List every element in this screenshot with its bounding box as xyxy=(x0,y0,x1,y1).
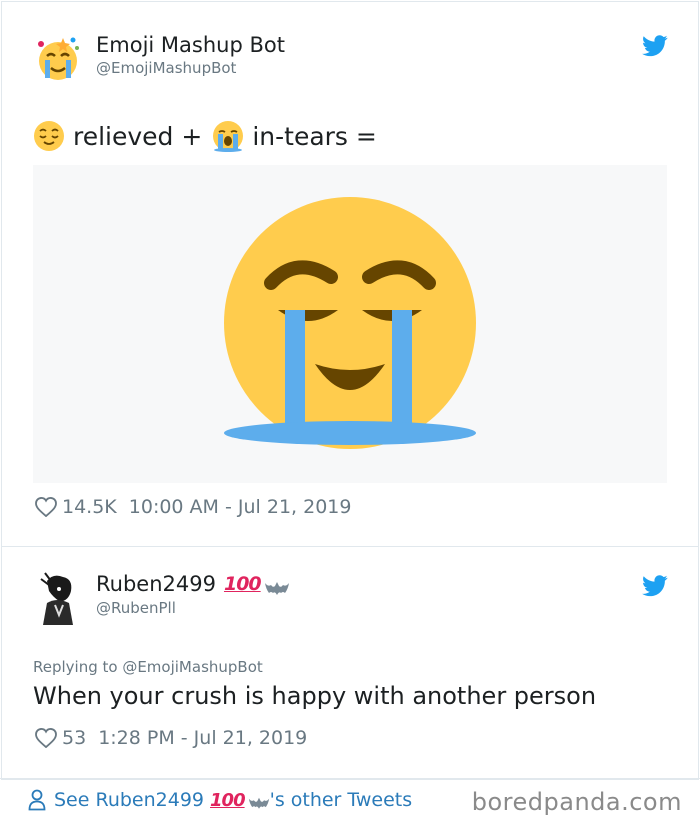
bat-icon xyxy=(264,576,290,595)
like-heart-icon[interactable] xyxy=(35,496,57,518)
twitter-bird-icon[interactable] xyxy=(642,35,668,57)
reply-author-name[interactable]: Ruben2499 xyxy=(96,572,216,596)
boredpanda-watermark: boredpanda.com xyxy=(471,788,682,816)
mashup-face xyxy=(224,197,476,449)
like-heart-icon-reply[interactable] xyxy=(35,727,57,749)
tweet-text: relieved + in-tears = xyxy=(33,120,377,152)
loudly-crying-face-icon xyxy=(212,120,244,152)
tweet2-meta: 53 1:28 PM - Jul 21, 2019 xyxy=(35,727,307,749)
reply-timestamp[interactable]: 1:28 PM - Jul 21, 2019 xyxy=(98,727,307,749)
tweet-media-image[interactable] xyxy=(33,165,667,483)
see-link-suffix[interactable]: 's other Tweets xyxy=(270,789,413,811)
replying-to-label[interactable]: Replying to @EmojiMashupBot xyxy=(33,658,263,676)
reply-like-count[interactable]: 53 xyxy=(62,727,86,749)
emoji-name-1: relieved + xyxy=(73,121,203,151)
reply-tweet-text: When your crush is happy with another pe… xyxy=(33,682,597,710)
emoji-name-2: in-tears = xyxy=(252,121,377,151)
avatar-ruben2499[interactable] xyxy=(33,571,83,625)
tweet1-meta: 14.5K 10:00 AM - Jul 21, 2019 xyxy=(35,496,351,518)
author-handle[interactable]: @EmojiMashupBot xyxy=(96,59,236,77)
hundred-points-icon: 100 xyxy=(223,573,262,595)
like-count[interactable]: 14.5K xyxy=(62,496,117,518)
see-other-tweets-link[interactable]: See Ruben2499 100 's other Tweets xyxy=(28,789,412,811)
see-link-prefix[interactable]: See Ruben2499 xyxy=(54,789,204,811)
relieved-face-icon xyxy=(33,120,65,152)
twitter-bird-icon-reply[interactable] xyxy=(642,575,668,597)
bat-icon-footer xyxy=(248,792,270,809)
hundred-points-icon-footer: 100 xyxy=(210,789,246,811)
avatar-emoji-mashup-bot[interactable] xyxy=(33,34,83,84)
author-name[interactable]: Emoji Mashup Bot xyxy=(96,33,285,57)
reply-author-handle[interactable]: @RubenPll xyxy=(96,599,176,617)
reply-author-name-row: Ruben2499 100 xyxy=(96,572,290,596)
tweet-timestamp[interactable]: 10:00 AM - Jul 21, 2019 xyxy=(129,496,352,518)
user-profile-icon xyxy=(28,789,46,811)
